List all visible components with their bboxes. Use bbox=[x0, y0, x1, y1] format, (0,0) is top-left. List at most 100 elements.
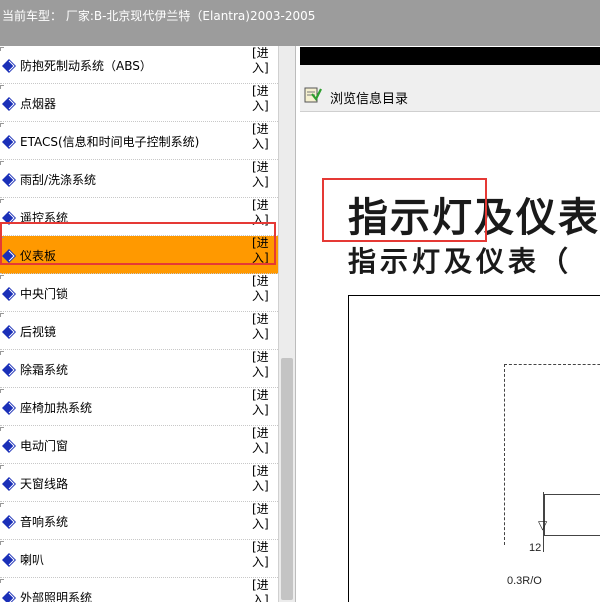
enter-link-text-bottom[interactable]: 入] bbox=[252, 479, 274, 494]
enter-link[interactable]: [进 入] bbox=[252, 350, 274, 380]
row-marker bbox=[0, 465, 4, 469]
enter-link-text-top[interactable]: [进 bbox=[252, 540, 274, 555]
enter-link-text-top[interactable]: [进 bbox=[252, 198, 274, 213]
system-list-item-label[interactable]: 点烟器 bbox=[20, 95, 56, 112]
enter-link-text-top[interactable]: [进 bbox=[252, 578, 274, 593]
system-list-item-label[interactable]: 雨刮/洗涤系统 bbox=[20, 171, 96, 188]
book-icon bbox=[2, 249, 16, 263]
system-list-item-label[interactable]: 除霜系统 bbox=[20, 361, 68, 378]
enter-link-text-top[interactable]: [进 bbox=[252, 160, 274, 175]
title-highlight-box bbox=[322, 178, 487, 242]
enter-link-text-top[interactable]: [进 bbox=[252, 274, 274, 289]
enter-link-text-top[interactable]: [进 bbox=[252, 84, 274, 99]
enter-link-text-top[interactable]: [进 bbox=[252, 46, 274, 61]
enter-link[interactable]: [进 入] bbox=[252, 46, 274, 76]
system-list-item-label[interactable]: 外部照明系统 bbox=[20, 589, 92, 602]
system-list-item[interactable]: 除霜系统 [进 入] bbox=[0, 350, 278, 388]
enter-link[interactable]: [进 入] bbox=[252, 578, 274, 602]
browse-catalog-icon[interactable] bbox=[304, 86, 322, 103]
system-list-item[interactable]: 雨刮/洗涤系统 [进 入] bbox=[0, 160, 278, 198]
enter-link[interactable]: [进 入] bbox=[252, 274, 274, 304]
enter-link[interactable]: [进 入] bbox=[252, 464, 274, 494]
system-list-item[interactable]: 中央门锁 [进 入] bbox=[0, 274, 278, 312]
system-list-item-label[interactable]: 后视镜 bbox=[20, 323, 56, 340]
enter-link-text-top[interactable]: [进 bbox=[252, 464, 274, 479]
system-list-item-label[interactable]: 仪表板 bbox=[20, 247, 56, 264]
enter-link-text-bottom[interactable]: 入] bbox=[252, 517, 274, 532]
system-list-item-label[interactable]: 喇叭 bbox=[20, 551, 44, 568]
system-list-item-label[interactable]: 遥控系统 bbox=[20, 209, 68, 226]
system-list: 防抱死制动系统（ABS） [进 入] 点烟器 [进 入] ETACS(信息和时间电子控制系统… bbox=[0, 46, 278, 602]
enter-link-text-top[interactable]: [进 bbox=[252, 312, 274, 327]
enter-link[interactable]: [进 入] bbox=[252, 388, 274, 418]
enter-link[interactable]: [进 入] bbox=[252, 502, 274, 532]
system-list-item-label[interactable]: 电动门窗 bbox=[20, 437, 68, 454]
row-marker bbox=[0, 85, 4, 89]
viewer-top-bar bbox=[300, 47, 600, 65]
row-marker bbox=[0, 389, 4, 393]
enter-link[interactable]: [进 入] bbox=[252, 160, 274, 190]
enter-link-text-bottom[interactable]: 入] bbox=[252, 441, 274, 456]
system-list-item-label[interactable]: 音响系统 bbox=[20, 513, 68, 530]
book-icon bbox=[2, 591, 16, 602]
enter-link[interactable]: [进 入] bbox=[252, 426, 274, 456]
enter-link-text-bottom[interactable]: 入] bbox=[252, 251, 274, 266]
enter-link-text-bottom[interactable]: 入] bbox=[252, 365, 274, 380]
enter-link-text-bottom[interactable]: 入] bbox=[252, 327, 274, 342]
enter-link-text-top[interactable]: [进 bbox=[252, 350, 274, 365]
system-list-item[interactable]: 仪表板 [进 入] bbox=[0, 236, 278, 274]
system-list-item-label[interactable]: 座椅加热系统 bbox=[20, 399, 92, 416]
enter-link-text-bottom[interactable]: 入] bbox=[252, 555, 274, 570]
enter-link-text-bottom[interactable]: 入] bbox=[252, 61, 274, 76]
enter-link[interactable]: [进 入] bbox=[252, 540, 274, 570]
connector-arrow-icon: ▽ bbox=[538, 518, 548, 532]
system-list-item-label[interactable]: 防抱死制动系统（ABS） bbox=[20, 57, 152, 74]
document-page: 指示灯及仪表 指示灯及仪表（ ▽ 12 0.3R/O bbox=[300, 112, 600, 602]
row-marker bbox=[0, 199, 4, 203]
current-model-label: 当前车型： 厂家:B-北京现代伊兰特（Elantra)2003-2005 bbox=[2, 9, 316, 23]
book-icon bbox=[2, 59, 16, 73]
enter-link-text-bottom[interactable]: 入] bbox=[252, 137, 274, 152]
document-subtitle: 指示灯及仪表（ bbox=[348, 245, 573, 278]
row-marker bbox=[0, 275, 4, 279]
enter-link[interactable]: [进 入] bbox=[252, 312, 274, 342]
system-list-item[interactable]: 喇叭 [进 入] bbox=[0, 540, 278, 578]
system-list-item[interactable]: 电动门窗 [进 入] bbox=[0, 426, 278, 464]
sidebar-scrollbar[interactable] bbox=[278, 46, 296, 602]
book-icon bbox=[2, 401, 16, 415]
enter-link-text-top[interactable]: [进 bbox=[252, 502, 274, 517]
system-list-item[interactable]: ETACS(信息和时间电子控制系统) [进 入] bbox=[0, 122, 278, 160]
system-list-item-label[interactable]: 中央门锁 bbox=[20, 285, 68, 302]
enter-link-text-bottom[interactable]: 入] bbox=[252, 99, 274, 114]
pin-number: 12 bbox=[529, 542, 542, 554]
system-list-item[interactable]: 座椅加热系统 [进 入] bbox=[0, 388, 278, 426]
enter-link-text-bottom[interactable]: 入] bbox=[252, 403, 274, 418]
enter-link-text-bottom[interactable]: 入] bbox=[252, 175, 274, 190]
enter-link[interactable]: [进 入] bbox=[252, 236, 274, 266]
system-list-item[interactable]: 外部照明系统 [进 入] bbox=[0, 578, 278, 602]
system-list-item[interactable]: 防抱死制动系统（ABS） [进 入] bbox=[0, 46, 278, 84]
enter-link-text-top[interactable]: [进 bbox=[252, 122, 274, 137]
enter-link-text-bottom[interactable]: 入] bbox=[252, 593, 274, 602]
system-list-item[interactable]: 点烟器 [进 入] bbox=[0, 84, 278, 122]
book-icon bbox=[2, 439, 16, 453]
enter-link-text-bottom[interactable]: 入] bbox=[252, 289, 274, 304]
enter-link[interactable]: [进 入] bbox=[252, 84, 274, 114]
enter-link[interactable]: [进 入] bbox=[252, 198, 274, 228]
system-list-item[interactable]: 遥控系统 [进 入] bbox=[0, 198, 278, 236]
browse-catalog-button[interactable]: 浏览信息目录 bbox=[330, 88, 408, 107]
enter-link-text-top[interactable]: [进 bbox=[252, 388, 274, 403]
enter-link[interactable]: [进 入] bbox=[252, 122, 274, 152]
system-list-item[interactable]: 天窗线路 [进 入] bbox=[0, 464, 278, 502]
scrollbar-thumb[interactable] bbox=[281, 358, 293, 600]
system-list-item[interactable]: 后视镜 [进 入] bbox=[0, 312, 278, 350]
enter-link-text-top[interactable]: [进 bbox=[252, 236, 274, 251]
book-icon bbox=[2, 135, 16, 149]
system-list-item-label[interactable]: 天窗线路 bbox=[20, 475, 68, 492]
row-marker bbox=[0, 427, 4, 431]
book-icon bbox=[2, 287, 16, 301]
system-list-item[interactable]: 音响系统 [进 入] bbox=[0, 502, 278, 540]
enter-link-text-bottom[interactable]: 入] bbox=[252, 213, 274, 228]
system-list-item-label[interactable]: ETACS(信息和时间电子控制系统) bbox=[20, 133, 199, 150]
enter-link-text-top[interactable]: [进 bbox=[252, 426, 274, 441]
